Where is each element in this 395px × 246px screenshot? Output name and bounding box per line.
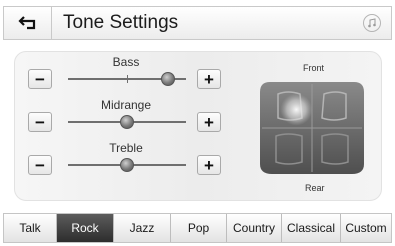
back-button[interactable] [4,7,52,39]
tab-custom[interactable]: Custom [341,214,391,242]
tab-country[interactable]: Country [227,214,282,242]
treble-increase-button[interactable]: + [197,155,221,175]
midrange-slider[interactable] [68,115,186,129]
bass-increase-button[interactable]: + [197,69,221,89]
midrange-row: Midrange − + [28,98,224,138]
preset-tab-bar: Talk Rock Jazz Pop Country Classical Cus… [3,213,392,243]
bass-slider-thumb[interactable] [161,72,176,86]
bass-decrease-button[interactable]: − [28,69,52,89]
treble-slider[interactable] [68,158,186,172]
tab-pop[interactable]: Pop [171,214,227,242]
tab-classical[interactable]: Classical [282,214,341,242]
front-label: Front [303,63,325,73]
bass-center-tick [127,75,128,83]
music-note-icon[interactable] [363,14,381,32]
treble-decrease-button[interactable]: − [28,155,52,175]
midrange-label: Midrange [100,98,152,112]
fader-position-highlight [280,93,313,126]
midrange-increase-button[interactable]: + [197,112,221,132]
rear-label: Rear [305,183,325,193]
back-arrow-icon [17,16,35,30]
car-seat-fader[interactable] [252,78,372,178]
treble-row: Treble − + [28,141,224,181]
header-bar: Tone Settings [3,6,392,40]
bass-slider[interactable] [68,72,186,86]
bass-row: Bass − + [28,55,224,95]
midrange-slider-thumb[interactable] [120,115,134,129]
tab-talk[interactable]: Talk [4,214,57,242]
midrange-decrease-button[interactable]: − [28,112,52,132]
tab-jazz[interactable]: Jazz [114,214,171,242]
tab-rock[interactable]: Rock [57,214,114,242]
treble-label: Treble [109,141,143,155]
tone-settings-screen: Tone Settings Bass − + Midrange − + Treb… [0,0,395,246]
treble-slider-thumb[interactable] [120,158,134,172]
page-title: Tone Settings [63,12,179,33]
bass-label: Bass [112,55,140,69]
